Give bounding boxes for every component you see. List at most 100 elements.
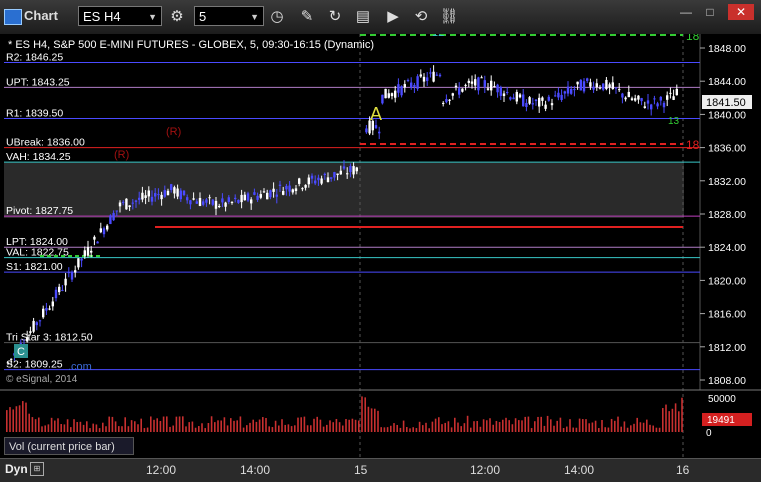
volume-bar (665, 404, 667, 432)
candle-body (205, 199, 208, 203)
candle-body (234, 197, 237, 199)
candle-body (182, 190, 186, 196)
volume-bar (658, 427, 661, 432)
volume-bar (438, 417, 440, 432)
candle-body (253, 192, 256, 195)
close-button[interactable]: ✕ (728, 4, 754, 20)
volume-bar (178, 416, 181, 432)
volume-bar (390, 425, 392, 432)
volume-panel-label[interactable]: Vol (current price bar) (4, 437, 134, 455)
replay-icon[interactable]: ⟲ (410, 6, 432, 28)
candle-body (506, 91, 509, 93)
candle-body (646, 100, 650, 104)
candle-body (259, 194, 262, 198)
volume-bar (460, 426, 462, 432)
candle-body (464, 84, 467, 86)
volume-bar (498, 421, 501, 432)
link-icon[interactable]: ⛓ (438, 6, 460, 28)
candle-body (470, 81, 474, 84)
candle-body (74, 270, 77, 273)
minimize-button[interactable]: — (676, 4, 696, 20)
play-icon[interactable]: ▶ (382, 6, 404, 28)
volume-bar (127, 426, 130, 432)
time-label: 15 (354, 463, 368, 477)
volume-bar (505, 417, 507, 432)
candle-body (538, 97, 541, 107)
interval-input[interactable]: 5 ▼ (194, 6, 264, 26)
volume-bar (22, 401, 24, 432)
chart-app-icon (4, 9, 22, 25)
volume-bar (345, 419, 347, 432)
volume-bar (370, 408, 373, 432)
volume-bar (143, 428, 146, 432)
volume-bar (15, 406, 18, 432)
volume-bar (28, 413, 30, 432)
refresh-icon[interactable]: ↻ (324, 6, 346, 28)
volume-bar (476, 420, 478, 432)
volume-bar (514, 418, 517, 432)
candle-body (467, 80, 470, 83)
chevron-down-icon[interactable]: ▼ (148, 7, 157, 27)
volume-bar (98, 428, 101, 432)
candle-body (483, 80, 486, 87)
volume-bar (354, 419, 357, 432)
candle-body (83, 250, 86, 256)
volume-bar (316, 416, 318, 432)
volume-bar (502, 419, 504, 432)
candle-body (598, 87, 602, 89)
volume-bar (495, 420, 498, 432)
candle-body (269, 190, 272, 198)
price-tick-label: 1840.00 (708, 109, 746, 121)
zoom-icon[interactable]: ⊞ (30, 462, 44, 476)
time-label: 12:00 (146, 463, 177, 477)
volume-bar (153, 419, 155, 432)
volume-bar (681, 397, 683, 432)
volume-bar (226, 425, 229, 432)
candle-body (614, 87, 618, 89)
level-label: UPT: 1843.25 (6, 76, 70, 88)
volume-bar (92, 423, 94, 432)
candle-body (339, 170, 342, 175)
candle-body (147, 190, 150, 197)
candle-body (35, 322, 38, 326)
volume-bar (258, 419, 261, 432)
candle-body (586, 78, 589, 81)
candle-body (202, 201, 205, 205)
candle-body (282, 191, 285, 195)
volume-bar (569, 419, 571, 432)
time-label: 12:00 (470, 463, 501, 477)
volume-bar (479, 426, 482, 432)
symbol-input[interactable]: ES H4 ▼ (78, 6, 162, 26)
settings-icon[interactable]: ⚙ (166, 6, 188, 28)
volume-bar (450, 427, 453, 432)
candle-body (38, 320, 42, 322)
volume-bar (585, 419, 587, 432)
candle-body (250, 199, 253, 204)
volume-bar (601, 420, 603, 432)
volume-bar (284, 424, 286, 432)
candle-body (227, 197, 230, 202)
symbol-value: ES H4 (83, 9, 121, 24)
quote-icon[interactable]: ▤ (352, 6, 374, 28)
level-label: Tri Star 3: 1812.50 (6, 332, 93, 344)
candle-body (336, 173, 339, 175)
level-label: S1: 1821.00 (6, 261, 63, 273)
price-chart[interactable]: R2: 1846.25 UPT: 1843.25 R1: 1839.50 UBreak… (0, 34, 761, 458)
marker-12: 12 (432, 34, 444, 39)
volume-bar (546, 415, 549, 432)
candle-body (621, 93, 624, 98)
volume-bar (287, 424, 290, 432)
candle-body (346, 173, 349, 175)
volume-bar (63, 424, 66, 432)
clock-icon[interactable]: ◷ (266, 6, 288, 28)
candle-body (122, 201, 125, 203)
volume-bar (66, 419, 69, 432)
chevron-down-icon[interactable]: ▼ (250, 7, 259, 27)
volume-bar (630, 425, 632, 432)
volume-bar (380, 427, 382, 432)
pencil-icon[interactable]: ✎ (296, 6, 318, 28)
maximize-button[interactable]: □ (700, 4, 720, 20)
candle-body (6, 362, 10, 364)
volume-bar (639, 422, 642, 432)
dyn-label[interactable]: Dyn (5, 462, 28, 476)
